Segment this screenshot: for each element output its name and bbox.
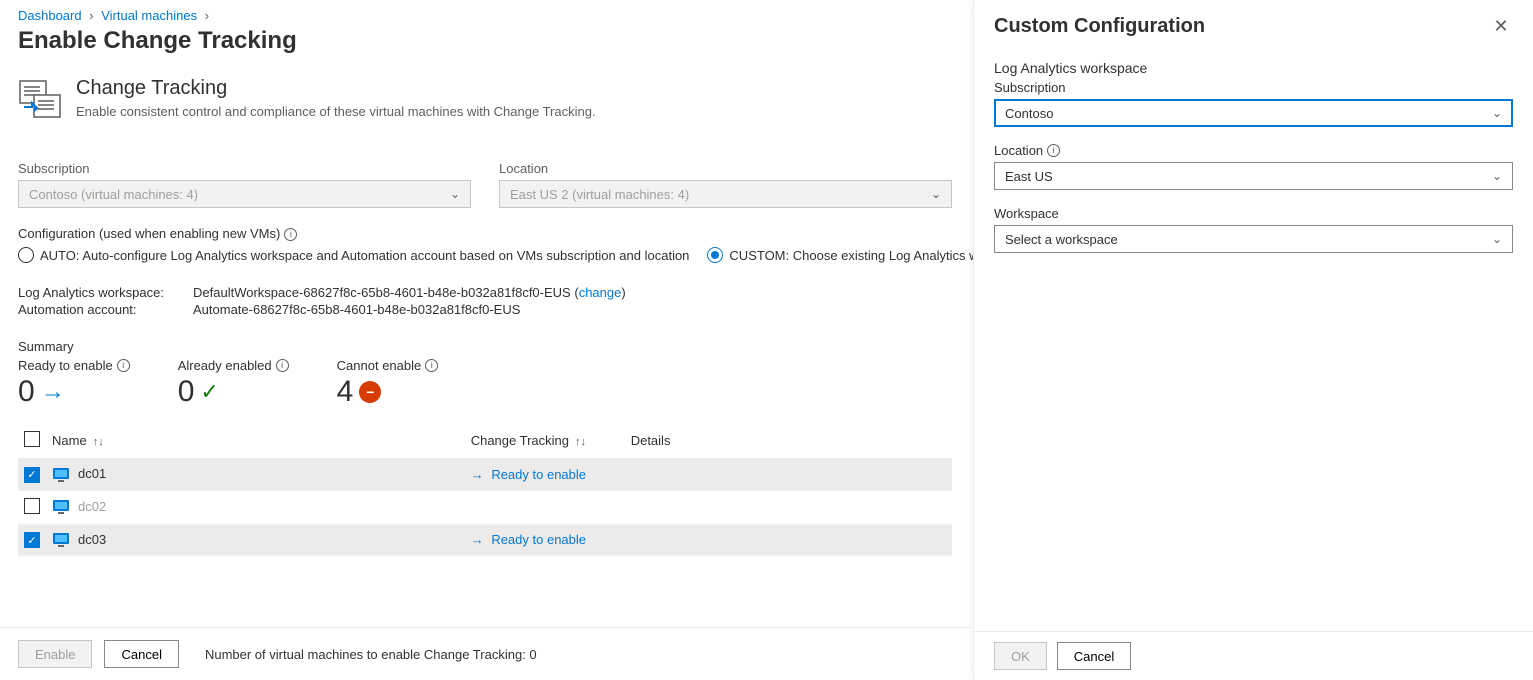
hero-desc: Enable consistent control and compliance… xyxy=(76,104,596,119)
subscription-dropdown[interactable]: Contoso (virtual machines: 4) ⌄ xyxy=(18,180,471,208)
panel-subscription-label: Subscription xyxy=(994,80,1513,95)
panel-location-label: Locationi xyxy=(994,143,1513,158)
sort-icon: ↑↓ xyxy=(93,436,104,448)
panel-location-value: East US xyxy=(1005,169,1053,184)
row-checkbox[interactable]: ✓ xyxy=(24,467,40,483)
info-icon[interactable]: i xyxy=(1047,144,1060,157)
row-checkbox[interactable] xyxy=(24,498,40,514)
location-dropdown[interactable]: East US 2 (virtual machines: 4) ⌄ xyxy=(499,180,952,208)
info-icon[interactable]: i xyxy=(117,359,130,372)
hero-title: Change Tracking xyxy=(76,77,596,100)
vm-name: dc01 xyxy=(78,466,106,481)
location-value: East US 2 (virtual machines: 4) xyxy=(510,187,689,202)
cannot-count: 4− xyxy=(337,375,439,409)
panel-subscription-value: Contoso xyxy=(1005,106,1053,121)
arrow-right-icon: → xyxy=(41,378,65,406)
radio-auto[interactable]: AUTO: Auto-configure Log Analytics works… xyxy=(18,247,689,263)
page-title: Enable Change Tracking xyxy=(18,27,952,55)
location-label: Location xyxy=(499,161,952,176)
change-tracking-icon xyxy=(18,77,62,121)
la-workspace-val: DefaultWorkspace-68627f8c-65b8-4601-b48e… xyxy=(193,285,626,300)
vm-icon xyxy=(52,532,70,548)
chevron-right-icon: › xyxy=(89,8,93,23)
close-icon[interactable]: ✕ xyxy=(1489,14,1513,38)
col-change-tracking[interactable]: Change Tracking↑↓ xyxy=(465,423,625,459)
vm-table: Name↑↓ Change Tracking↑↓ Details ✓ dc01 → … xyxy=(18,423,952,556)
configuration-label: Configuration (used when enabling new VM… xyxy=(18,226,952,241)
status-ready: → Ready to enable xyxy=(471,532,586,547)
chevron-down-icon: ⌄ xyxy=(1492,106,1502,120)
subscription-value: Contoso (virtual machines: 4) xyxy=(29,187,198,202)
ready-count: 0→ xyxy=(18,375,130,409)
panel-ok-button[interactable]: OK xyxy=(994,642,1047,670)
sort-icon: ↑↓ xyxy=(575,436,586,448)
breadcrumb-dashboard[interactable]: Dashboard xyxy=(18,8,82,23)
chevron-down-icon: ⌄ xyxy=(931,187,941,201)
table-row[interactable]: ✓ dc01 → Ready to enable xyxy=(18,459,952,491)
panel-subscription-dropdown[interactable]: Contoso ⌄ xyxy=(994,99,1513,127)
custom-config-panel: Custom Configuration ✕ Log Analytics wor… xyxy=(973,0,1533,680)
checkmark-icon: ✓ xyxy=(200,379,218,405)
vm-name: dc02 xyxy=(78,499,106,514)
summary-title: Summary xyxy=(18,339,952,354)
chevron-down-icon: ⌄ xyxy=(1492,232,1502,246)
radio-custom[interactable]: CUSTOM: Choose existing Log Analytics wo… xyxy=(707,247,1017,263)
chevron-down-icon: ⌄ xyxy=(450,187,460,201)
select-all-checkbox[interactable] xyxy=(24,431,40,447)
info-icon[interactable]: i xyxy=(425,359,438,372)
vm-icon xyxy=(52,467,70,483)
cannot-label: Cannot enablei xyxy=(337,358,439,373)
panel-workspace-label: Workspace xyxy=(994,206,1513,221)
col-details[interactable]: Details xyxy=(625,423,952,459)
panel-workspace-value: Select a workspace xyxy=(1005,232,1118,247)
panel-la-header: Log Analytics workspace xyxy=(994,60,1513,76)
chevron-down-icon: ⌄ xyxy=(1492,169,1502,183)
vm-icon xyxy=(52,499,70,515)
breadcrumb: Dashboard › Virtual machines › xyxy=(18,8,952,23)
change-link[interactable]: change xyxy=(579,285,622,300)
col-name[interactable]: Name↑↓ xyxy=(46,423,465,459)
radio-icon xyxy=(18,247,34,263)
radio-auto-label: AUTO: Auto-configure Log Analytics works… xyxy=(40,248,689,263)
table-row[interactable]: dc02 xyxy=(18,490,952,524)
subscription-label: Subscription xyxy=(18,161,471,176)
panel-workspace-dropdown[interactable]: Select a workspace ⌄ xyxy=(994,225,1513,253)
status-ready: → Ready to enable xyxy=(471,467,586,482)
panel-cancel-button[interactable]: Cancel xyxy=(1057,642,1131,670)
ready-label: Ready to enablei xyxy=(18,358,130,373)
row-checkbox[interactable]: ✓ xyxy=(24,532,40,548)
enable-button[interactable]: Enable xyxy=(18,640,92,668)
already-count: 0✓ xyxy=(178,375,289,409)
panel-location-dropdown[interactable]: East US ⌄ xyxy=(994,162,1513,190)
la-workspace-key: Log Analytics workspace: xyxy=(18,285,193,300)
automation-key: Automation account: xyxy=(18,302,193,317)
automation-val: Automate-68627f8c-65b8-4601-b48e-b032a81… xyxy=(193,302,520,317)
breadcrumb-vms[interactable]: Virtual machines xyxy=(101,8,197,23)
stop-icon: − xyxy=(359,381,381,403)
chevron-right-icon: › xyxy=(205,8,209,23)
table-row[interactable]: ✓ dc03 → Ready to enable xyxy=(18,524,952,556)
cancel-button[interactable]: Cancel xyxy=(104,640,178,668)
radio-icon xyxy=(707,247,723,263)
already-label: Already enabledi xyxy=(178,358,289,373)
footer: Enable Cancel Number of virtual machines… xyxy=(0,627,970,680)
vm-name: dc03 xyxy=(78,532,106,547)
info-icon[interactable]: i xyxy=(284,228,297,241)
info-icon[interactable]: i xyxy=(276,359,289,372)
panel-title: Custom Configuration xyxy=(994,15,1205,38)
footer-note: Number of virtual machines to enable Cha… xyxy=(205,647,537,662)
